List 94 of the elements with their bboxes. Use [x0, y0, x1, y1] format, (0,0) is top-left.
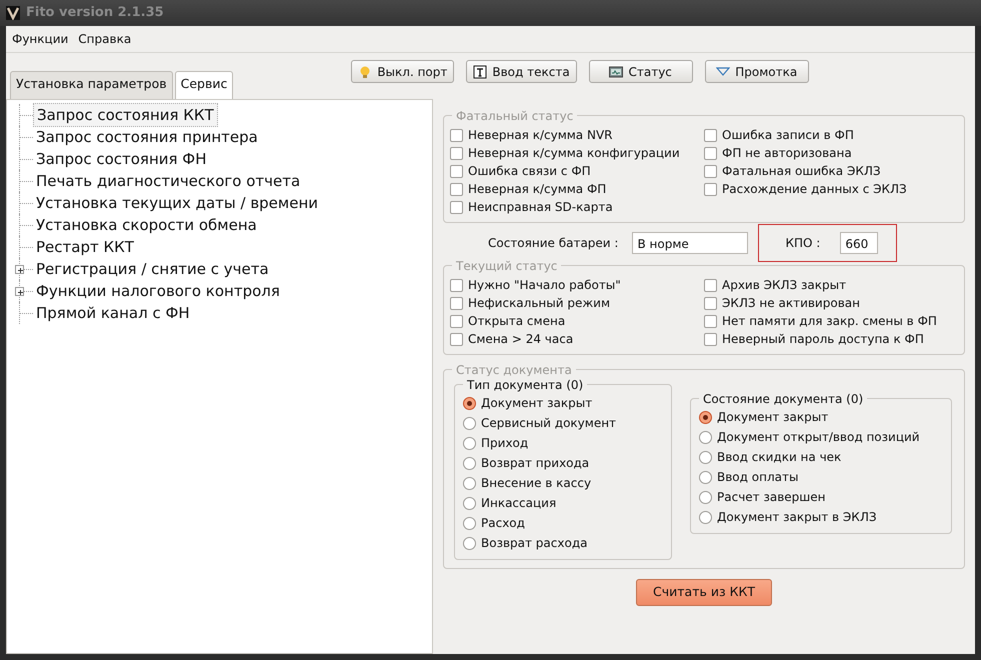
- checkbox-label: Ошибка записи в ФП: [722, 127, 854, 144]
- checkbox[interactable]: [450, 200, 463, 214]
- radio-label: Приход: [481, 435, 528, 452]
- toolbar-button[interactable]: Промотка: [704, 60, 809, 83]
- radio-button[interactable]: [463, 396, 476, 410]
- checkbox-label: Открыта смена: [468, 313, 566, 330]
- read-from-kkt-button[interactable]: Считать из ККТ: [636, 579, 772, 606]
- radio-label: Внесение в кассу: [481, 475, 592, 492]
- checkbox[interactable]: [704, 128, 717, 142]
- toolbar-button[interactable]: Статус: [588, 60, 693, 83]
- radio-label: Ввод оплаты: [717, 469, 798, 486]
- checkbox-label: Расхождение данных с ЭКЛЗ: [722, 181, 907, 198]
- tree-item[interactable]: Рестарт ККТ: [33, 236, 137, 258]
- checkbox[interactable]: [450, 128, 463, 142]
- bulb-icon: [358, 64, 372, 78]
- tree-item[interactable]: Запрос состояния ФН: [33, 148, 210, 170]
- checkbox-label: ФП не авторизована: [722, 145, 852, 162]
- checkbox-label: Фатальная ошибка ЭКЛЗ: [722, 163, 881, 180]
- radio-button[interactable]: [463, 496, 476, 510]
- tree-item[interactable]: Регистрация / снятие с учета: [33, 258, 272, 280]
- radio-button[interactable]: [463, 416, 476, 430]
- radio-label: Документ закрыт в ЭКЛЗ: [717, 509, 877, 526]
- radio-button[interactable]: [699, 410, 712, 424]
- battery-label: Состояние батареи :: [488, 235, 618, 252]
- menu-item[interactable]: Функции: [12, 30, 68, 48]
- checkbox[interactable]: [704, 314, 717, 328]
- radio-button[interactable]: [463, 536, 476, 550]
- expander-icon[interactable]: [15, 287, 24, 296]
- checkbox-label: Смена > 24 часа: [468, 331, 574, 348]
- checkbox[interactable]: [704, 182, 717, 196]
- radio-label: Документ закрыт: [717, 409, 828, 426]
- tree-item[interactable]: Печать диагностического отчета: [33, 170, 304, 192]
- group-title: Тип документа (0): [463, 376, 588, 394]
- toolbar-button[interactable]: Выкл. порт: [351, 60, 454, 83]
- checkbox[interactable]: [450, 164, 463, 178]
- battery-field[interactable]: В норме: [632, 232, 748, 254]
- checkbox-label: Неверная к/сумма ФП: [468, 181, 606, 198]
- radio-button[interactable]: [699, 490, 712, 504]
- radio-button[interactable]: [699, 470, 712, 484]
- radio-label: Сервисный документ: [481, 415, 616, 432]
- checkbox-label: Нефискальный режим: [468, 295, 610, 312]
- checkbox-label: Нужно "Начало работы": [468, 277, 621, 294]
- radio-label: Документ открыт/ввод позиций: [717, 429, 920, 446]
- radio-button[interactable]: [463, 476, 476, 490]
- checkbox[interactable]: [450, 278, 463, 292]
- radio-label: Инкассация: [481, 495, 556, 512]
- checkbox-label: Неверный пароль доступа к ФП: [722, 331, 924, 348]
- menu-item[interactable]: Справка: [78, 30, 132, 48]
- radio-button[interactable]: [463, 456, 476, 470]
- checkbox[interactable]: [450, 314, 463, 328]
- kpo-field[interactable]: 660: [840, 232, 878, 254]
- checkbox[interactable]: [704, 332, 717, 346]
- kpo-label: КПО :: [785, 235, 820, 252]
- checkbox[interactable]: [704, 278, 717, 292]
- checkbox[interactable]: [704, 296, 717, 310]
- expander-icon[interactable]: [15, 265, 24, 274]
- checkbox-label: ЭКЛЗ не активирован: [722, 295, 860, 312]
- radio-label: Расход: [481, 515, 525, 532]
- checkbox-label: Архив ЭКЛЗ закрыт: [722, 277, 846, 294]
- triangle-icon: [716, 64, 730, 78]
- tree-item[interactable]: Запрос состояния принтера: [33, 126, 261, 148]
- checkbox[interactable]: [450, 146, 463, 160]
- radio-button[interactable]: [463, 516, 476, 530]
- text-icon: [473, 64, 488, 78]
- tab[interactable]: Установка параметров: [10, 71, 173, 99]
- monitor-icon: [609, 64, 624, 78]
- toolbar-button[interactable]: Ввод текста: [466, 60, 577, 83]
- radio-button[interactable]: [699, 430, 712, 444]
- radio-label: Документ закрыт: [481, 395, 592, 412]
- tree-item[interactable]: Установка скорости обмена: [33, 214, 260, 236]
- checkbox-label: Ошибка связи с ФП: [468, 163, 591, 180]
- checkbox-label: Неверная к/сумма конфигурации: [468, 145, 680, 162]
- tree-item[interactable]: Функции налогового контроля: [33, 280, 283, 302]
- radio-label: Ввод скидки на чек: [717, 449, 842, 466]
- checkbox[interactable]: [704, 146, 717, 160]
- checkbox-label: Нет памяти для закр. смены в ФП: [722, 313, 937, 330]
- checkbox[interactable]: [450, 332, 463, 346]
- tree-item[interactable]: Запрос состояния ККТ: [33, 102, 218, 128]
- radio-label: Расчет завершен: [717, 489, 826, 506]
- tree-item[interactable]: Установка текущих даты / времени: [33, 192, 322, 214]
- radio-button[interactable]: [699, 450, 712, 464]
- radio-label: Возврат расхода: [481, 535, 588, 552]
- checkbox[interactable]: [450, 296, 463, 310]
- radio-label: Возврат прихода: [481, 455, 590, 472]
- radio-button[interactable]: [699, 510, 712, 524]
- app-logo-icon: [6, 6, 20, 20]
- checkbox-label: Неисправная SD-карта: [468, 199, 613, 216]
- tab[interactable]: Сервис: [174, 71, 234, 99]
- checkbox[interactable]: [704, 164, 717, 178]
- tree-item[interactable]: Прямой канал с ФН: [33, 302, 193, 324]
- radio-button[interactable]: [463, 436, 476, 450]
- checkbox-label: Неверная к/сумма NVR: [468, 127, 612, 144]
- window-title: Fito version 2.1.35: [26, 4, 164, 22]
- checkbox[interactable]: [450, 182, 463, 196]
